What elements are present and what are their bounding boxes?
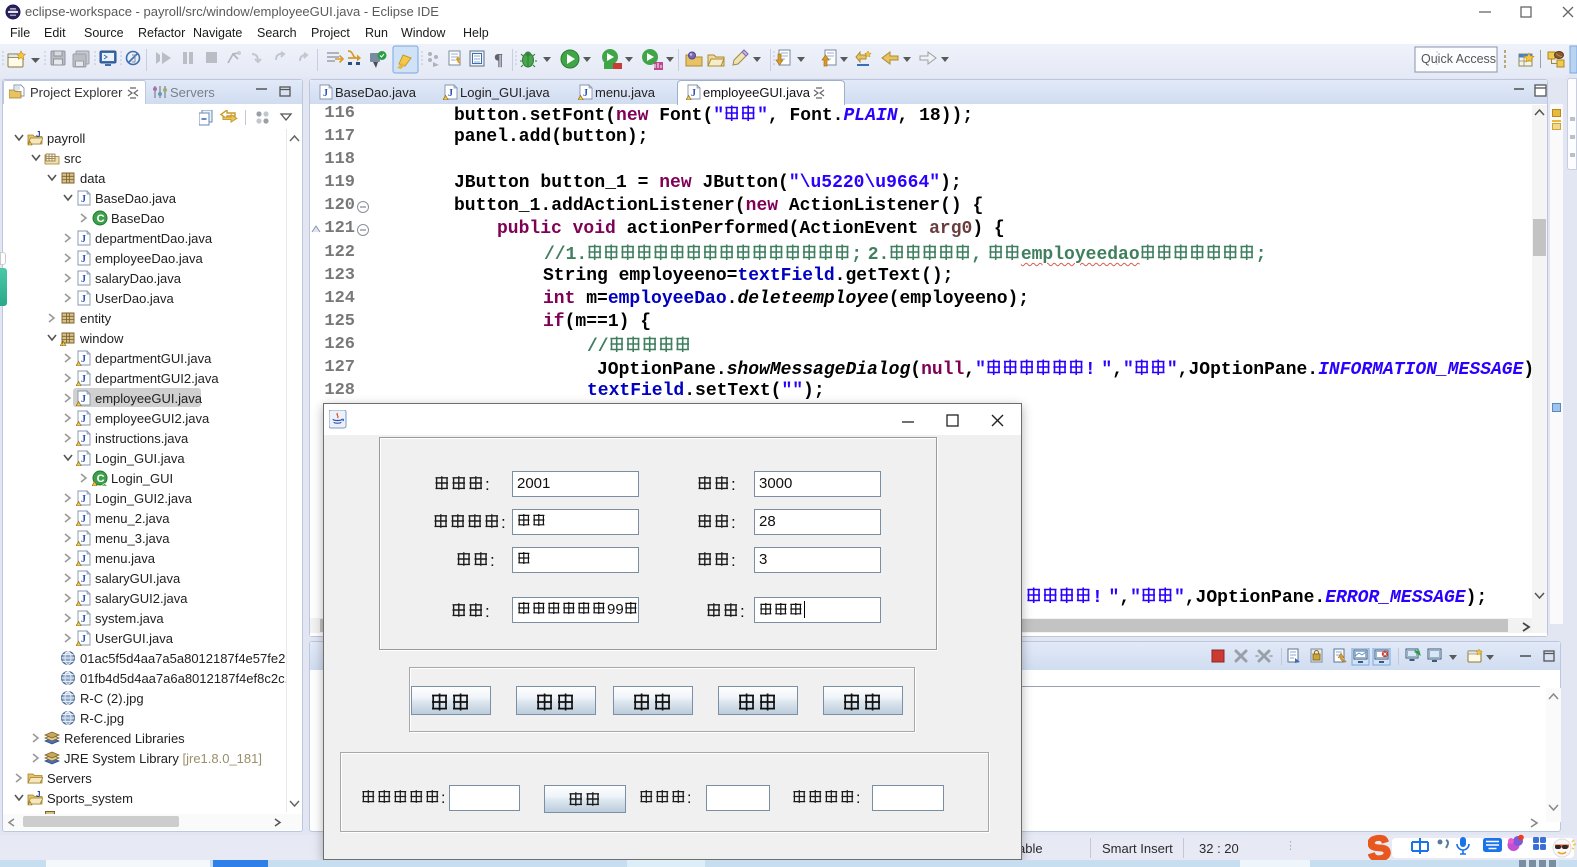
svg-text:S: S: [1368, 832, 1393, 862]
svg-text:Quick Access: Quick Access: [1421, 52, 1496, 66]
svg-text:¶: ¶: [494, 50, 503, 69]
